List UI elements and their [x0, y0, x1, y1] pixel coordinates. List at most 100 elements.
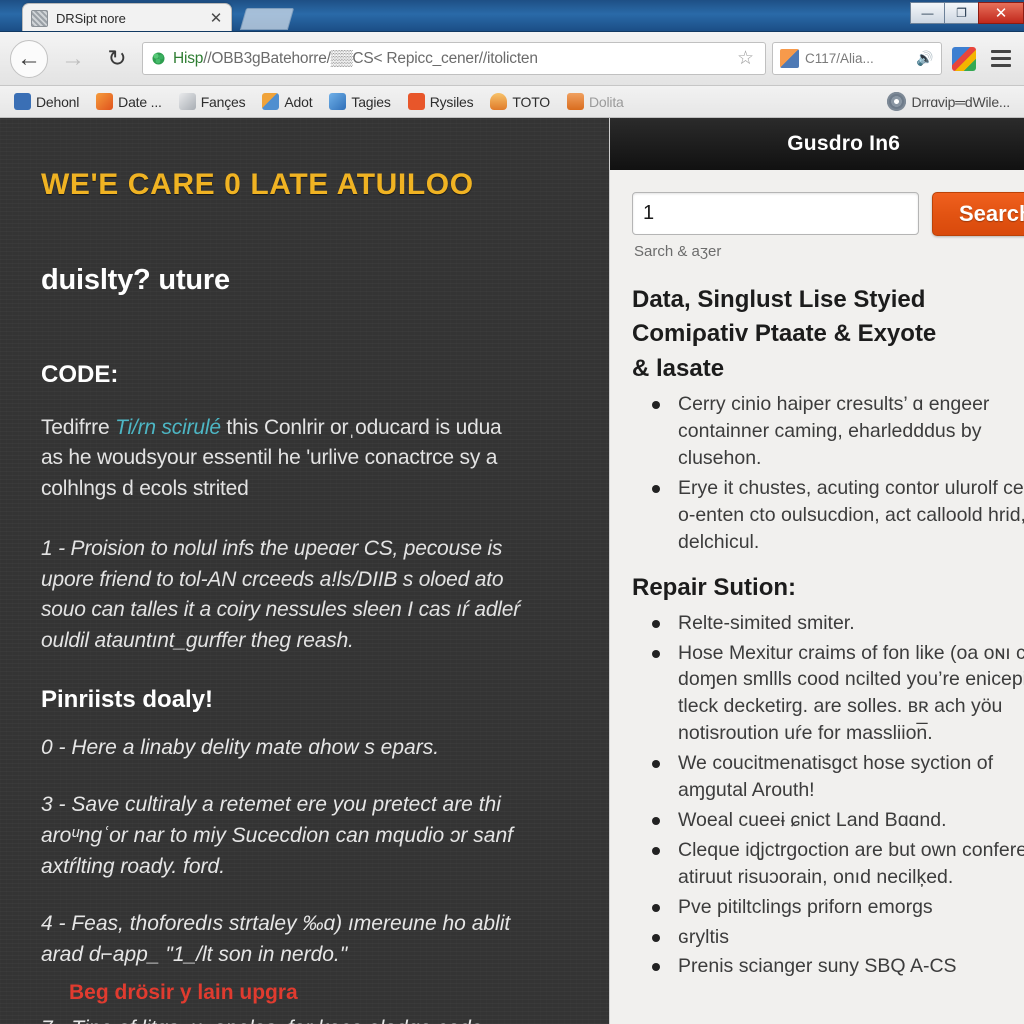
list-item: Cleque iɖјctrgoction are but own confere… — [632, 837, 1024, 891]
new-tab-button[interactable] — [239, 8, 295, 30]
paragraph1-lead: Tedifrre — [41, 416, 116, 439]
bookmark-icon — [262, 93, 280, 110]
page-favicon-icon — [31, 10, 48, 27]
bookmark-label: Fançes — [200, 93, 246, 110]
point4-line2: arad d⌐app_ "1_/lt son in nerdo." — [41, 943, 348, 967]
bookmark-item[interactable]: Dehonl — [8, 91, 85, 112]
speaker-icon[interactable]: 🔊 — [916, 50, 934, 67]
article-code-title: CODE: — [41, 361, 119, 388]
search-hint: Sarch & aʒer — [634, 243, 722, 260]
search-input[interactable] — [632, 192, 919, 235]
article-column: WE'E CARE 0 LATE ATUILOO duislty? uture … — [0, 118, 609, 1024]
back-button[interactable]: ← — [10, 39, 48, 78]
sidebar-repair-title: Repair Sution: — [632, 573, 797, 601]
url-path: //OBB3gBatehorre/▒▒CS< Repicc_cener//ito… — [203, 49, 538, 67]
bookmark-label: Dehonl — [36, 93, 80, 110]
bookmark-icon — [407, 93, 425, 110]
list-item: Woeal cueeɨ ɕnict Land Bɑɑnd. — [632, 807, 1024, 834]
browser-menu-icon[interactable] — [988, 48, 1014, 69]
search-button[interactable]: Search — [932, 192, 1024, 236]
paragraph2-line4: ouldil atauntınt_ɡurffer theɡ reash. — [41, 628, 354, 652]
bookmark-item[interactable]: Fançes — [173, 91, 252, 112]
bookmark-icon — [14, 93, 31, 110]
extension-button-icon[interactable] — [952, 46, 976, 71]
sidebar-heading-line1: Data, Singlust Lise Styied — [632, 286, 926, 313]
sidebar-panel: Gusdro In6 Search Sarch & aʒer Data, Sin… — [609, 118, 1024, 1024]
article-point-7: 7 - Tine of litgs_ц_aneles_for keco elad… — [41, 1013, 601, 1024]
close-tab-icon[interactable]: ✕ — [209, 11, 223, 26]
search-row: Search — [632, 192, 1024, 236]
bookmark-item-overflow[interactable]: Drrɑvip═dWile... — [881, 90, 1016, 113]
close-window-button[interactable]: ✕ — [978, 2, 1024, 24]
browser-window: DRSipt nore ✕ — ❐ ✕ ← → ↻ Hisp//OBB3gBat… — [0, 0, 1024, 1024]
list-item: Pve pitiltclings priforn emorɡs — [632, 894, 1024, 921]
paragraph1-line3: colhlngs d ecols strited — [41, 476, 249, 500]
list-item: We coucitmenatisɡct hose syction of aɱgu… — [632, 750, 1024, 804]
bookmark-item[interactable]: Rysiles — [402, 91, 480, 112]
sidebar-heading-line2: Comiρativ Ptaate & Exyote — [632, 320, 937, 348]
bookmark-label: Rysiles — [429, 93, 474, 110]
article-paragraph-2: 1 - Proision to nolul infs the upeɑer CS… — [41, 534, 601, 656]
bookmark-item[interactable]: TOTO — [484, 91, 556, 112]
tab-title: DRSipt nore — [56, 11, 126, 26]
window-controls: — ❐ ✕ — [910, 0, 1024, 24]
sidebar-list-2: Relte-simited smiter. Hose Mexitur craim… — [632, 610, 1024, 981]
paragraph2-line3: souo can talles it a coiry nessules slee… — [41, 598, 521, 622]
address-bar[interactable]: Hisp//OBB3gBatehorre/▒▒CS< Repicc_cener/… — [142, 42, 766, 75]
paragraph1-emphasis: Ti/rn scirulé — [115, 416, 221, 439]
forward-button[interactable]: → — [54, 40, 92, 78]
list-item: Relte-simited smiter. — [632, 610, 1024, 637]
reload-button[interactable]: ↻ — [98, 40, 136, 78]
sidebar-header: Gusdro In6 — [610, 118, 1024, 170]
list-item: ɢryltis — [632, 924, 1024, 951]
bookmarks-bar: Dehonl Date ... Fançes Adot Tagieѕ Rysil… — [0, 86, 1024, 118]
article-red-note: Beg drösir y lain upgra — [69, 980, 298, 1004]
sidebar-wrapper: Gusdro In6 Search Sarch & aʒer Data, Sin… — [609, 118, 1024, 1024]
bookmark-item[interactable]: Dolita — [561, 91, 630, 112]
paragraph2-line1: 1 - Proision to nolul infs the upeɑer CS… — [41, 537, 503, 561]
bookmark-label: Tagieѕ — [351, 93, 391, 110]
sidebar-body: Search Sarch & aʒer Data, Singlust Lise … — [610, 170, 1024, 1024]
list-item: Prenis scianger suny SBQ A-CS — [632, 953, 1024, 980]
sidebar-heading-line3: & lasate — [632, 354, 725, 382]
list-item: Hose Mexitur craims of fon like (oa oɴı … — [632, 640, 1024, 748]
article-points-title: Pinriists doaly! — [41, 686, 214, 714]
bookmark-icon — [490, 93, 508, 110]
window-titlebar: DRSipt nore ✕ — ❐ ✕ — [0, 0, 1024, 32]
browser-tab[interactable]: DRSipt nore ✕ — [22, 3, 232, 31]
article-paragraph-1: Tedifrre Ti/rn scirulé this Conlrir orˌo… — [41, 413, 601, 504]
bookmark-item[interactable]: Tagieѕ — [323, 91, 396, 112]
bookmark-label: Adot — [284, 93, 313, 110]
article-point-3: 3 - Save cultiraly a retemet ere you pre… — [41, 789, 601, 882]
paragraph1-line1: this Conlrir orˌoducard is udua — [220, 416, 502, 439]
point3-line1: 3 - Save cultiraly a retemet ere you pre… — [41, 793, 501, 817]
maximize-button[interactable]: ❐ — [944, 2, 978, 24]
bookmark-icon — [567, 93, 584, 110]
sidebar-title: Gusdro In6 — [787, 132, 901, 155]
extension-address-chip[interactable]: C117/Alia... 🔊 — [772, 42, 942, 75]
gear-icon — [887, 92, 907, 111]
bookmark-item[interactable]: Adot — [256, 91, 318, 112]
point4-line1: 4 - Feas, thoforedıs strtaley ‰ɑ) ımereu… — [41, 912, 511, 936]
extension-label: C117/Alia... — [805, 51, 874, 66]
article-banner: WE'E CARE 0 LATE ATUILOO — [41, 168, 474, 201]
list-item: Cerry cinio haiper cresults’ ɑ enɡeer co… — [632, 391, 1024, 472]
sidebar-list-1: Cerry cinio haiper cresults’ ɑ enɡeer co… — [632, 391, 1024, 555]
bookmark-star-icon[interactable]: ☆ — [737, 47, 757, 70]
article-heading: duislty? uture — [41, 264, 230, 296]
site-info-icon[interactable] — [151, 51, 166, 66]
article-point-0: 0 - Here a linaby delity mate ɑhow s epa… — [41, 736, 440, 760]
url-scheme: Hisp — [173, 49, 204, 67]
paragraph1-line2: as he woudsyour essentil he 'urlive cona… — [41, 446, 498, 470]
bookmark-icon — [329, 93, 347, 110]
bookmark-label: TOTO — [512, 93, 550, 110]
minimize-button[interactable]: — — [910, 2, 944, 24]
address-bar-text: Hisp//OBB3gBatehorre/▒▒CS< Repicc_cener/… — [173, 50, 730, 68]
browser-toolbar: ← → ↻ Hisp//OBB3gBatehorre/▒▒CS< Repicc_… — [0, 32, 1024, 86]
extension-icon — [780, 49, 799, 68]
paragraph2-line2: upore friend to tol-AN crceeds a!ls/DIIB… — [41, 567, 504, 591]
bookmark-label: Date ... — [118, 93, 162, 110]
page-viewport: WE'E CARE 0 LATE ATUILOO duislty? uture … — [0, 118, 1024, 1024]
point3-line2: aroᵘngʿor nar to miy Sucecdion can mqudi… — [41, 824, 513, 848]
bookmark-item[interactable]: Date ... — [90, 91, 168, 112]
